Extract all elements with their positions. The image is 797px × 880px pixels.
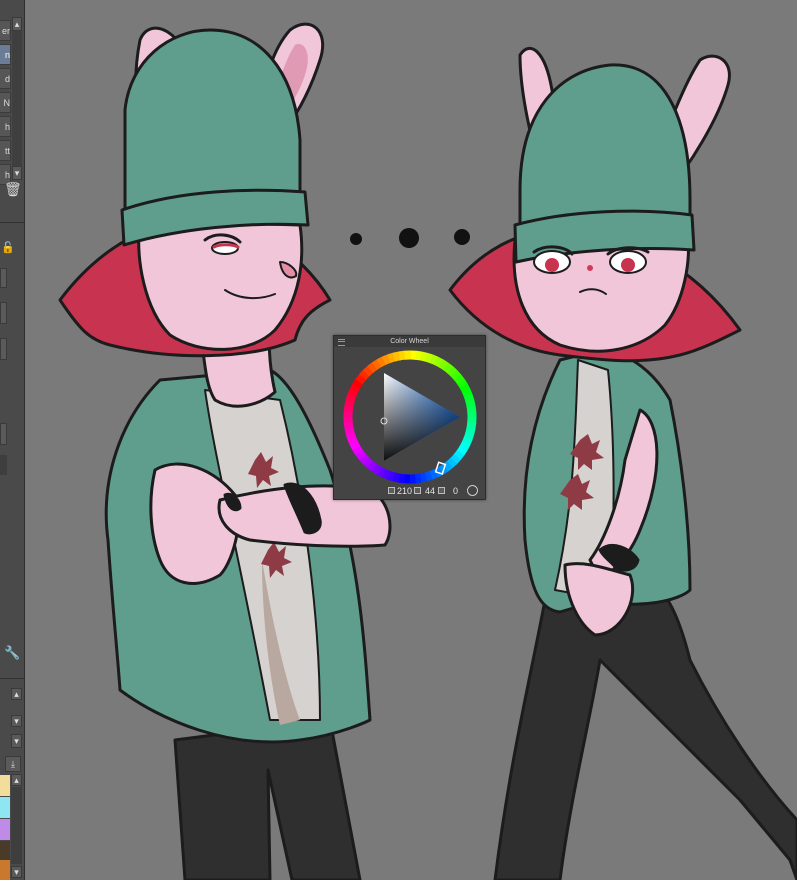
saturation-value[interactable]: 44 [425,484,435,498]
left-tool-panel: er n d N h tt h ▴ ▾ 🗑 🔓 🔧 ▴ ▾ ▾ ⤓ ▴ ▾ [0,0,25,880]
scroll-up-icon[interactable]: ▴ [12,17,22,31]
ellipsis-dots [350,228,470,248]
layer-list-item-selected[interactable]: n [0,44,11,65]
trash-icon[interactable]: 🗑 [4,180,22,198]
property-value-field[interactable] [0,302,7,324]
hue-icon [388,487,395,494]
wheel-mode-icon[interactable] [467,485,478,496]
layer-list-item[interactable]: d [0,68,11,89]
color-swatch[interactable] [0,860,10,880]
download-icon[interactable]: ⤓ [5,756,21,772]
color-wheel-title-bar[interactable]: Color Wheel [334,336,485,347]
wrench-icon[interactable]: 🔧 [4,645,20,663]
layer-list-item[interactable]: N [0,92,11,113]
property-dropdown[interactable] [0,423,7,445]
scroll-up-icon[interactable]: ▴ [11,688,22,700]
color-wheel-panel[interactable]: Color Wheel 210 44 0 [333,335,486,500]
right-character [448,47,797,880]
color-swatch[interactable] [0,775,10,796]
property-dropdown[interactable] [0,268,7,288]
color-wheel-graphic[interactable] [334,347,487,487]
panel-menu-icon[interactable] [338,339,345,346]
brightness-value[interactable]: 0 [453,484,458,498]
color-readout: 210 44 0 [334,484,487,498]
color-wheel-title: Color Wheel [390,338,429,345]
color-swatch[interactable] [0,841,10,862]
layer-list-item[interactable]: tt [0,140,11,161]
saturation-icon [414,487,421,494]
color-swatch[interactable] [0,797,10,818]
lock-icon[interactable]: 🔓 [1,240,15,256]
scroll-down-icon[interactable]: ▾ [12,166,22,180]
color-swatch[interactable] [0,819,10,840]
layer-list-item[interactable]: h [0,116,11,137]
palette-scrollbar[interactable] [11,787,22,864]
brightness-icon [438,487,445,494]
hue-value[interactable]: 210 [397,484,412,498]
layer-scrollbar[interactable] [12,31,22,166]
scroll-up-icon[interactable]: ▴ [11,774,22,786]
layer-list-item[interactable]: er [0,20,11,41]
scroll-down-icon[interactable]: ▾ [11,715,22,727]
property-dropdown[interactable] [0,338,7,360]
scroll-down-icon[interactable]: ▾ [11,866,22,878]
chevron-down-icon[interactable]: ▾ [11,734,22,748]
sv-triangle[interactable] [384,373,460,461]
